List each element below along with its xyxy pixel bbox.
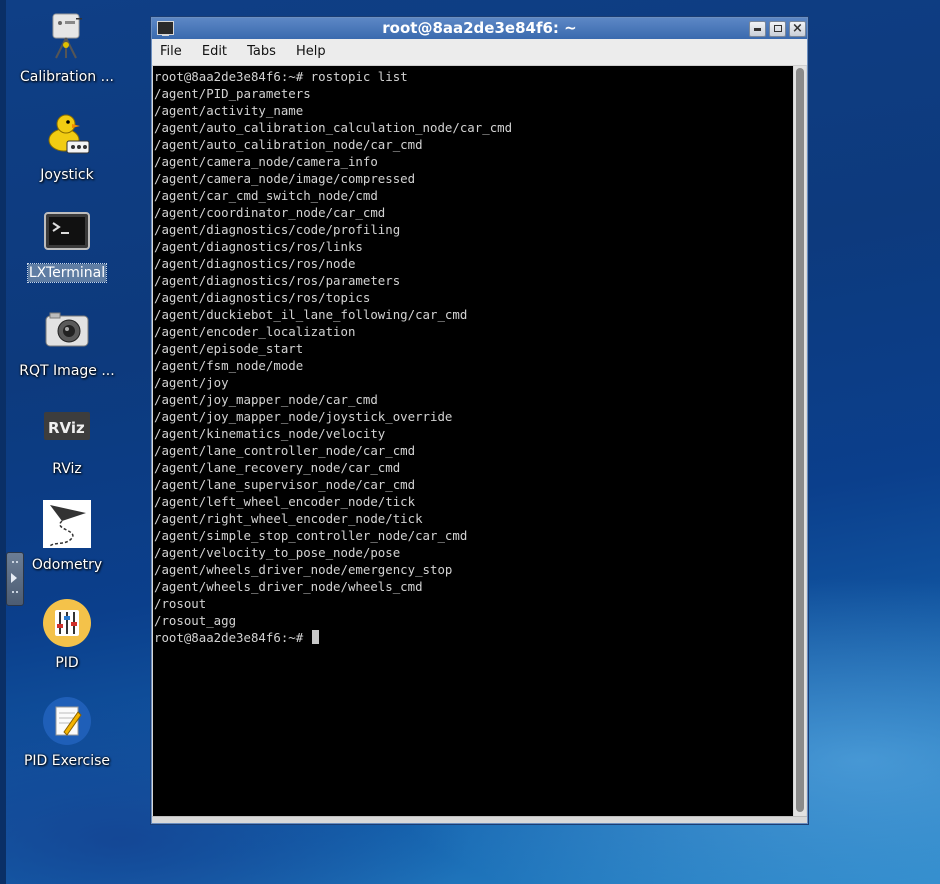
desktop-icon-label: LXTerminal [26, 263, 108, 283]
duck-joystick-icon [42, 110, 92, 160]
maximize-icon [773, 25, 782, 32]
prompt: root@8aa2de3e84f6:~# [154, 69, 304, 84]
terminal-line: /agent/right_wheel_encoder_node/tick [154, 511, 423, 526]
desktop-icon-label: Calibration ... [20, 69, 114, 85]
desktop-icon-calibration[interactable]: Calibration ... [14, 12, 120, 86]
svg-text:RViz: RViz [48, 419, 85, 437]
window-title: root@8aa2de3e84f6: ~ [382, 19, 577, 37]
desktop-icon-rqt-image[interactable]: RQT Image ... [14, 306, 120, 380]
paper-plane-path-icon [42, 500, 92, 550]
desktop-icon-label: RQT Image ... [19, 363, 115, 379]
menu-tabs[interactable]: Tabs [239, 39, 283, 65]
terminal-output[interactable]: root@8aa2de3e84f6:~# rostopic list /agen… [153, 66, 793, 816]
rviz-icon: RViz [42, 404, 92, 454]
menu-file[interactable]: File [152, 39, 189, 65]
window-titlebar[interactable]: root@8aa2de3e84f6: ~ × [152, 18, 807, 39]
menu-help[interactable]: Help [288, 39, 333, 65]
expand-arrow-icon [11, 573, 17, 583]
maximize-button[interactable] [769, 21, 786, 37]
terminal-line: /agent/kinematics_node/velocity [154, 426, 386, 441]
text-cursor [311, 630, 319, 644]
pid-sliders-icon [42, 598, 92, 648]
scrollbar-thumb[interactable] [796, 68, 804, 812]
minimize-icon [754, 28, 761, 31]
terminal-line: /agent/camera_node/camera_info [154, 154, 378, 169]
terminal-line: /agent/diagnostics/ros/parameters [154, 273, 401, 288]
screen-left-edge [0, 0, 6, 884]
terminal-line: /agent/joy_mapper_node/car_cmd [154, 392, 378, 407]
minimize-button[interactable] [749, 21, 766, 37]
desktop-icon-label: Joystick [40, 167, 94, 183]
terminal-line: /agent/auto_calibration_node/car_cmd [154, 137, 423, 152]
terminal-line: /agent/auto_calibration_calculation_node… [154, 120, 513, 135]
terminal-line: /agent/lane_supervisor_node/car_cmd [154, 477, 416, 492]
desktop-icon-label: PID [55, 655, 79, 671]
prompt: root@8aa2de3e84f6:~# [154, 630, 304, 645]
desktop-icon-pid-exercise[interactable]: PID Exercise [14, 696, 120, 770]
desktop-icon-label: PID Exercise [23, 753, 111, 769]
terminal-line: /agent/activity_name [154, 103, 304, 118]
desktop-icon-joystick[interactable]: Joystick [14, 110, 120, 184]
terminal-line: /agent/duckiebot_il_lane_following/car_c… [154, 307, 468, 322]
terminal-line: /agent/camera_node/image/compressed [154, 171, 416, 186]
terminal-line: /agent/coordinator_node/car_cmd [154, 205, 386, 220]
terminal-line: /rosout [154, 596, 207, 611]
terminal-line: /agent/wheels_driver_node/emergency_stop [154, 562, 453, 577]
terminal-line: /agent/joy [154, 375, 229, 390]
menu-edit[interactable]: Edit [194, 39, 234, 65]
calibration-icon [42, 12, 92, 62]
pid-exercise-icon [42, 696, 92, 746]
terminal-icon [42, 208, 92, 258]
window-bottom-edge [152, 816, 807, 823]
terminal-line: /agent/diagnostics/ros/links [154, 239, 363, 254]
terminal-line: /agent/episode_start [154, 341, 304, 356]
terminal-line: /agent/lane_controller_node/car_cmd [154, 443, 416, 458]
terminal-line: /agent/velocity_to_pose_node/pose [154, 545, 401, 560]
terminal-line: /agent/encoder_localization [154, 324, 356, 339]
menu-bar: File Edit Tabs Help [152, 39, 807, 66]
terminal-line: /rosout_agg [154, 613, 237, 628]
camera-icon [42, 306, 92, 356]
terminal-window[interactable]: root@8aa2de3e84f6: ~ × File Edit Tabs He… [151, 17, 808, 824]
terminal-line: /agent/fsm_node/mode [154, 358, 304, 373]
desktop-icon-label: RViz [52, 461, 82, 477]
desktop-icon-rviz[interactable]: RViz RViz [14, 404, 120, 478]
terminal-line: /agent/lane_recovery_node/car_cmd [154, 460, 401, 475]
terminal-line: /agent/diagnostics/ros/node [154, 256, 356, 271]
terminal-line: /agent/joy_mapper_node/joystick_override [154, 409, 453, 424]
close-icon: × [792, 21, 803, 36]
scrollbar[interactable] [794, 66, 806, 816]
desktop-icon-label: Odometry [31, 557, 103, 573]
terminal-line: /agent/car_cmd_switch_node/cmd [154, 188, 378, 203]
terminal-line: /agent/wheels_driver_node/wheels_cmd [154, 579, 423, 594]
terminal-line: /agent/diagnostics/ros/topics [154, 290, 371, 305]
terminal-line: /agent/simple_stop_controller_node/car_c… [154, 528, 468, 543]
terminal-line: /agent/diagnostics/code/profiling [154, 222, 401, 237]
desktop-icon-lxterminal[interactable]: LXTerminal [14, 208, 120, 283]
close-button[interactable]: × [789, 21, 806, 37]
terminal-line: /agent/left_wheel_encoder_node/tick [154, 494, 416, 509]
desktop-icon-pid[interactable]: PID [14, 598, 120, 672]
terminal-line: /agent/PID_parameters [154, 86, 311, 101]
desktop-icon-odometry[interactable]: Odometry [14, 500, 120, 574]
command: rostopic list [310, 69, 408, 84]
